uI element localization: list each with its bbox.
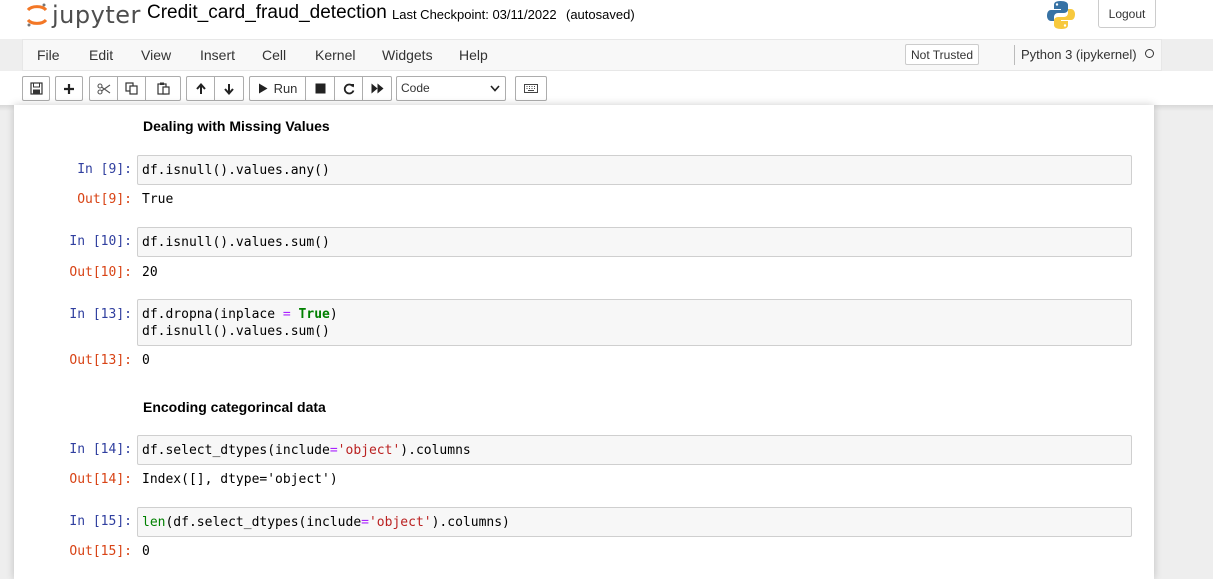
out-prompt-15: Out[15]: (69, 544, 132, 559)
move-down-button[interactable] (214, 76, 244, 101)
code-operator: = (282, 307, 291, 322)
arrow-up-icon (195, 82, 206, 94)
code-line: df.select_dtypes(include='object').colum… (142, 443, 471, 458)
last-checkpoint: Last Checkpoint: 03/11/2022 (392, 7, 557, 22)
in-prompt-15: In [15]: (69, 514, 132, 529)
python-logo-icon (1046, 0, 1076, 35)
menu-cell[interactable]: Cell (262, 47, 286, 63)
code-line: df.isnull().values.any() (142, 163, 330, 178)
output-13: 0 (142, 353, 150, 368)
chevron-down-icon (490, 85, 500, 92)
code-token: ) (329, 307, 338, 322)
code-keyword: True (298, 307, 330, 322)
run-all-button[interactable] (362, 76, 392, 101)
notebook-title[interactable]: Credit_card_fraud_detection (147, 2, 387, 24)
menu-help[interactable]: Help (459, 47, 488, 63)
out-prompt-13: Out[13]: (69, 353, 132, 368)
restart-button[interactable] (334, 76, 363, 101)
menu-view[interactable]: View (141, 47, 171, 63)
out-prompt-10: Out[10]: (69, 265, 132, 280)
move-up-button[interactable] (186, 76, 215, 101)
out-prompt-14: Out[14]: (69, 472, 132, 487)
interrupt-button[interactable] (305, 76, 335, 101)
logout-button[interactable]: Logout (1098, 0, 1156, 28)
kernel-name[interactable]: Python 3 (ipykernel) (1021, 47, 1137, 62)
menu-kernel[interactable]: Kernel (315, 47, 355, 63)
keyboard-icon (524, 84, 538, 93)
in-prompt-9: In [9]: (77, 162, 132, 177)
code-line: df.dropna(inplace = True) (142, 306, 1127, 323)
code-string: 'object' (337, 443, 401, 458)
code-cell-14[interactable]: df.select_dtypes(include='object').colum… (137, 435, 1132, 465)
cell-type-value: Code (401, 81, 430, 95)
cell-type-select[interactable]: Code (396, 76, 506, 101)
output-9: True (142, 192, 174, 207)
insert-cell-button[interactable] (55, 76, 83, 101)
run-button[interactable]: Run (249, 76, 306, 101)
code-token: df.dropna(inplace (142, 307, 283, 322)
menu-insert[interactable]: Insert (200, 47, 235, 63)
restart-icon (343, 83, 354, 94)
in-prompt-14: In [14]: (69, 442, 132, 457)
save-button[interactable] (22, 76, 50, 101)
code-cell-10[interactable]: df.isnull().values.sum() (137, 227, 1132, 257)
code-line: len(df.select_dtypes(include='object').c… (142, 515, 510, 530)
code-cell-15[interactable]: len(df.select_dtypes(include='object').c… (137, 507, 1132, 537)
run-label: Run (273, 81, 298, 96)
menu-edit[interactable]: Edit (89, 47, 113, 63)
fast-forward-icon (371, 83, 383, 94)
code-token: (df.select_dtypes(include (165, 515, 362, 530)
code-token: df.select_dtypes(include (142, 443, 330, 458)
notebook-container: Dealing with Missing Values In [9]: df.i… (14, 105, 1154, 579)
code-token: ).columns) (431, 515, 510, 530)
plus-icon (64, 83, 74, 94)
menu-file[interactable]: File (37, 47, 60, 63)
markdown-heading-missing-values[interactable]: Dealing with Missing Values (143, 118, 330, 134)
stop-icon (315, 83, 325, 94)
copy-icon (125, 82, 138, 95)
jupyter-logo[interactable]: jupyter (26, 0, 141, 30)
output-15: 0 (142, 544, 150, 559)
trust-status-button[interactable]: Not Trusted (905, 44, 980, 65)
output-10: 20 (142, 265, 158, 280)
autosave-status: (autosaved) (566, 7, 635, 22)
menu-widgets[interactable]: Widgets (382, 47, 433, 63)
code-cell-13[interactable]: df.dropna(inplace = True) df.isnull().va… (137, 299, 1132, 346)
scissors-icon (96, 82, 110, 95)
kernel-idle-icon (1145, 49, 1154, 58)
output-14: Index([], dtype='object') (142, 472, 338, 487)
in-prompt-13: In [13]: (69, 307, 132, 322)
play-icon (258, 83, 268, 94)
jupyter-logo-icon (26, 3, 48, 27)
code-line: df.isnull().values.sum() (142, 324, 330, 339)
copy-button[interactable] (117, 76, 146, 101)
paste-button[interactable] (145, 76, 181, 101)
toolbar: Run Code (0, 71, 1213, 105)
code-token: ).columns (400, 443, 471, 458)
paste-icon (156, 82, 170, 95)
save-icon (29, 82, 43, 95)
code-operator: = (329, 443, 338, 458)
header: jupyter Credit_card_fraud_detection Last… (0, 0, 1213, 39)
markdown-heading-encoding[interactable]: Encoding categorincal data (143, 399, 326, 415)
in-prompt-10: In [10]: (69, 234, 132, 249)
cut-button[interactable] (89, 76, 118, 101)
arrow-down-icon (224, 83, 234, 95)
code-line: df.isnull().values.sum() (142, 235, 330, 250)
code-cell-9[interactable]: df.isnull().values.any() (137, 155, 1132, 185)
logo-text: jupyter (52, 1, 141, 29)
out-prompt-9: Out[9]: (77, 192, 132, 207)
code-operator: = (361, 515, 369, 530)
kernel-separator (1014, 45, 1015, 65)
code-builtin: len (142, 515, 166, 530)
code-string: 'object' (368, 515, 432, 530)
menubar: File Edit View Insert Cell Kernel Widget… (22, 39, 1162, 71)
command-palette-button[interactable] (515, 76, 547, 101)
